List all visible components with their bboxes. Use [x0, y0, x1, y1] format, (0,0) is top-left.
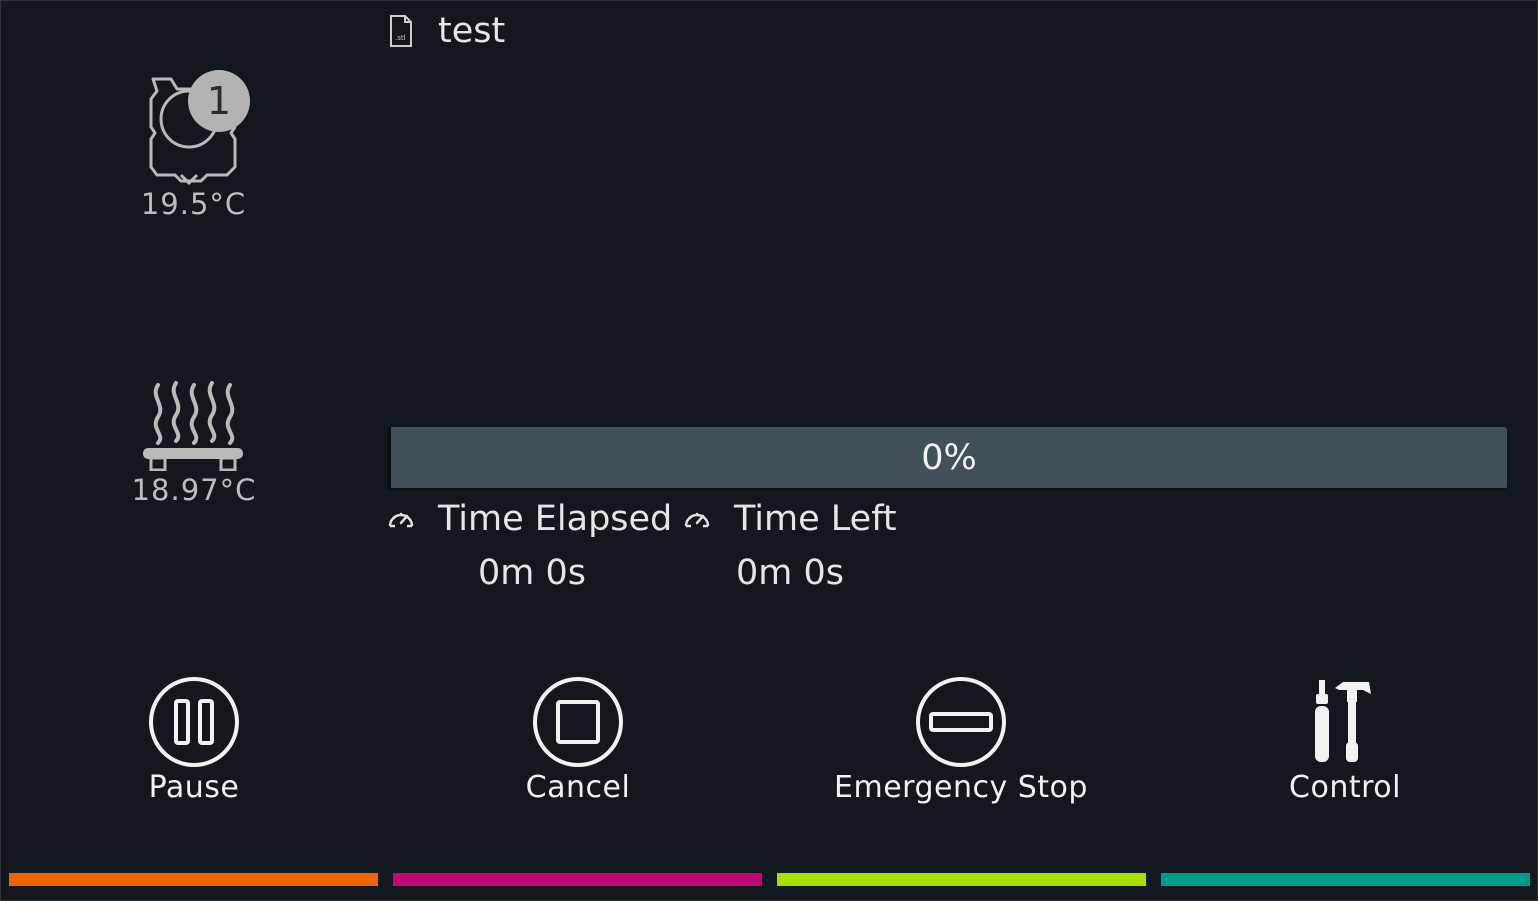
time-elapsed: Time Elapsed 0m 0s [386, 497, 672, 593]
pause-label: Pause [148, 770, 240, 805]
extruder-temperature: 19.5°C [140, 187, 247, 221]
extruder-status[interactable]: 1 19.5°C [131, 67, 256, 221]
emergency-stop-icon [916, 677, 1006, 767]
speedometer-icon [388, 512, 414, 528]
filename-text: test [438, 11, 506, 51]
svg-text:.stl: .stl [395, 34, 406, 42]
job-filename: .stl test [388, 11, 505, 51]
pause-accent-bar [9, 873, 378, 886]
pause-button[interactable]: Pause [4, 676, 384, 805]
print-status-screen: .stl test 1 19.5°C 18.97°C 0% Time Elaps… [0, 0, 1538, 901]
control-button[interactable]: Control [1155, 676, 1535, 805]
time-left: Time Left 0m 0s [682, 497, 897, 593]
time-elapsed-value: 0m 0s [478, 553, 586, 593]
bed-temperature: 18.97°C [131, 473, 257, 507]
time-left-label: Time Left [734, 499, 897, 539]
heated-bed-icon [143, 381, 243, 471]
emergency-stop-button[interactable]: Emergency Stop [771, 676, 1151, 805]
control-label: Control [1289, 770, 1401, 805]
extruder-badge: 1 [207, 79, 231, 123]
emergency-stop-accent-bar [777, 873, 1146, 886]
cancel-accent-bar [393, 873, 762, 886]
cancel-label: Cancel [525, 770, 631, 805]
emergency-stop-label: Emergency Stop [834, 770, 1088, 805]
bed-status[interactable]: 18.97°C [123, 379, 265, 507]
progress-label: 0% [921, 437, 977, 478]
cancel-button[interactable]: Cancel [388, 676, 768, 805]
stl-file-icon: .stl [390, 15, 412, 47]
stop-icon [533, 677, 623, 767]
control-tools-icon [1315, 680, 1371, 762]
speedometer-icon [684, 512, 710, 528]
pause-icon [149, 677, 239, 767]
extruder-icon: 1 [149, 70, 250, 185]
time-left-value: 0m 0s [736, 553, 844, 593]
time-elapsed-label: Time Elapsed [438, 499, 673, 539]
print-progress-bar: 0% [387, 427, 1507, 490]
control-accent-bar [1161, 873, 1530, 886]
